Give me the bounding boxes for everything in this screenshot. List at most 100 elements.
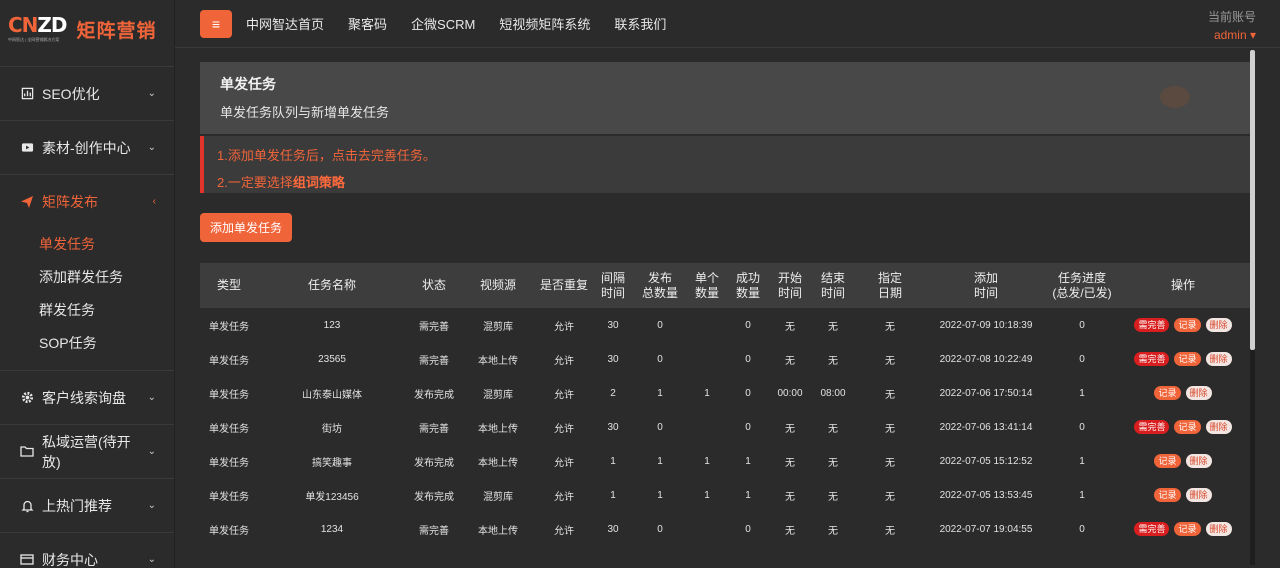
record-button[interactable]: 记录 [1174, 420, 1201, 434]
delete-button[interactable]: 删除 [1185, 386, 1212, 400]
complete-task-button[interactable]: 需完善 [1134, 522, 1170, 536]
scrollbar[interactable] [1250, 50, 1255, 565]
table-cell: 1 [657, 455, 663, 467]
table-cell: 需完善 [419, 525, 449, 537]
table-cell: 1 [610, 489, 616, 501]
account-label: 当前账号 [1207, 10, 1256, 24]
sidebar-item-label: 素材-创作中心 [42, 139, 131, 156]
top-nav-link[interactable]: 企微SCRM [411, 14, 475, 33]
complete-task-button[interactable]: 需完善 [1134, 420, 1170, 434]
sidebar-item-label: 财务中心 [42, 551, 98, 568]
table-cell: 1 [657, 489, 663, 501]
menu-toggle-button[interactable]: ≡ [200, 9, 232, 38]
table-cell: 需完善 [419, 355, 449, 367]
table-cell: 需完善 [419, 423, 449, 435]
table-row: 单发任务 搞笑趣事 发布完成 本地上传 允许 1 1 1 1 无 无 无 2022-07-05 15:1… [200, 444, 1250, 478]
table-row: 单发任务 1234 需完善 本地上传 允许 30 0 0 无 无 无 2022-07-07 19:04… [200, 512, 1250, 546]
sidebar-item-1[interactable]: 素材-创作中心 ⌄ [0, 120, 174, 174]
top-nav-link[interactable]: 中网智达首页 [246, 14, 324, 33]
table-cell: 无 [785, 491, 795, 503]
add-single-task-button[interactable]: 添加单发任务 [200, 213, 292, 242]
notice-line-1: 1.添加单发任务后，点击去完善任务。 [217, 148, 436, 163]
complete-task-button[interactable]: 需完善 [1134, 352, 1170, 366]
delete-button[interactable]: 删除 [1205, 318, 1232, 332]
table-cell: 本地上传 [478, 423, 518, 435]
table-cell [688, 342, 726, 376]
sidebar-item-label: 上热门推荐 [42, 497, 112, 514]
table-cell: 允许 [554, 457, 574, 469]
complete-task-button[interactable]: 需完善 [1134, 318, 1170, 332]
logo[interactable]: CNZD 中网智达 | 全网营销解决方案 矩阵营销 [0, 0, 174, 58]
table-cell: 23565 [318, 353, 346, 365]
table-row: 单发任务 123 需完善 混剪库 允许 30 0 0 无 无 无 2022-07-09 10:18:3… [200, 308, 1250, 342]
column-header: 添加 时间 [973, 270, 998, 300]
table-cell: 无 [828, 491, 838, 503]
actions-cell: 需完善 记录 删除 [1116, 512, 1250, 546]
top-nav-link[interactable]: 短视频矩阵系统 [499, 14, 590, 33]
chevron-left-icon: ‹ [152, 196, 156, 207]
sidebar-item-4[interactable]: 私域运营(待开放) ⌄ [0, 424, 174, 478]
table-body: 单发任务 123 需完善 混剪库 允许 30 0 0 无无无 2022-07-09 10:18:3… [200, 308, 1250, 546]
table-cell: 无 [828, 457, 838, 469]
table-cell: 单发任务 [209, 423, 249, 435]
table-cell [688, 410, 726, 444]
account-menu[interactable]: 当前账号 admin ▾ [1208, 8, 1256, 42]
table-cell: 1234 [320, 523, 344, 535]
table-cell: 无 [885, 355, 895, 367]
table-cell: 无 [885, 423, 895, 435]
delete-button[interactable]: 删除 [1205, 420, 1232, 434]
delete-button[interactable]: 删除 [1185, 488, 1212, 502]
record-button[interactable]: 记录 [1174, 522, 1201, 536]
column-header: 单个 数量 [694, 270, 719, 300]
sidebar-item-0[interactable]: SEO优化 ⌄ [0, 66, 174, 120]
submenu-item[interactable]: 添加群发任务 [39, 261, 174, 294]
sidebar-item-3[interactable]: 客户线索询盘 ⌄ [0, 370, 174, 424]
top-nav-link[interactable]: 联系我们 [614, 14, 666, 33]
submenu-item[interactable]: SOP任务 [39, 327, 174, 360]
top-nav-link[interactable]: 聚客码 [348, 14, 387, 33]
chevron-down-icon: ⌄ [147, 88, 156, 99]
table-row: 单发任务 单发123456 发布完成 混剪库 允许 1 1 1 1 无 无 无 2022-07-05 1… [200, 478, 1250, 512]
submenu-item[interactable]: 单发任务 [39, 228, 174, 261]
table-cell: 搞笑趣事 [312, 457, 352, 469]
column-header: 发布 总数量 [641, 270, 678, 300]
table-cell: 1 [610, 455, 616, 467]
table-cell: 2022-07-06 17:50:14 [939, 387, 1033, 399]
table-cell: 无 [885, 389, 895, 401]
record-button[interactable]: 记录 [1154, 488, 1181, 502]
submenu-item[interactable]: 群发任务 [39, 294, 174, 327]
table-cell: 1 [704, 387, 710, 399]
table-cell: 无 [828, 423, 838, 435]
table-cell: 0 [745, 387, 751, 399]
column-header: 任务名称 [307, 278, 356, 292]
table-cell: 00:00 [777, 387, 803, 399]
logo-mark: CNZD 中网智达 | 全网营销解决方案 [8, 13, 68, 42]
column-header: 任务进度 (总发/已发) [1052, 270, 1112, 300]
table-cell: 0 [657, 319, 663, 331]
account-user[interactable]: admin ▾ [1208, 28, 1256, 42]
sidebar-item-label: SEO优化 [42, 85, 100, 102]
delete-button[interactable]: 删除 [1205, 522, 1232, 536]
sidebar-item-5[interactable]: 上热门推荐 ⌄ [0, 478, 174, 532]
decorative-image [1160, 86, 1190, 108]
table-cell: 1 [657, 387, 663, 399]
table-cell: 2022-07-06 13:41:14 [939, 421, 1033, 433]
record-button[interactable]: 记录 [1174, 352, 1201, 366]
column-header: 操作 [1170, 278, 1195, 292]
scrollbar-thumb[interactable] [1250, 50, 1255, 350]
delete-button[interactable]: 删除 [1185, 454, 1212, 468]
sidebar-item-2[interactable]: 矩阵发布 ‹ [0, 174, 174, 228]
table-cell: 单发任务 [209, 491, 249, 503]
table-cell: 2022-07-08 10:22:49 [939, 353, 1033, 365]
table-cell: 2022-07-05 13:53:45 [939, 489, 1033, 501]
record-button[interactable]: 记录 [1154, 454, 1181, 468]
main-content: 单发任务 单发任务队列与新增单发任务 1.添加单发任务后，点击去完善任务。 2.… [200, 62, 1250, 537]
record-button[interactable]: 记录 [1154, 386, 1181, 400]
sidebar-item-6[interactable]: 财务中心 ⌄ [0, 532, 174, 568]
table-cell: 发布完成 [414, 491, 454, 503]
record-button[interactable]: 记录 [1174, 318, 1201, 332]
table-cell: 允许 [554, 389, 574, 401]
delete-button[interactable]: 删除 [1205, 352, 1232, 366]
table-cell: 无 [785, 457, 795, 469]
column-header: 开始 时间 [777, 270, 802, 300]
